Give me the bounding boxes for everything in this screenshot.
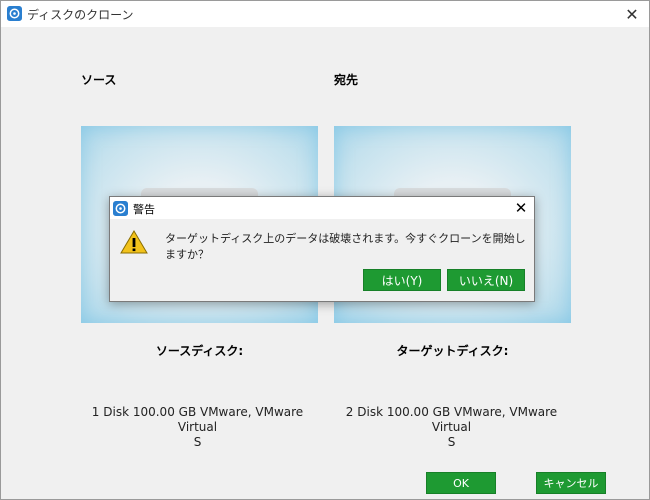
source-label: ソース [81,73,117,87]
close-icon[interactable]: ✕ [615,1,649,27]
warning-icon [120,230,148,254]
destination-label: 宛先 [334,73,359,87]
warning-dialog: 警告 ✕ ターゲットディスク上のデータは破壊されます。今すぐクローンを開始します… [109,196,535,302]
cancel-button[interactable]: キャンセル [536,472,606,494]
target-disk-info-line2: S [447,435,456,449]
dialog-title: 警告 [133,203,155,216]
source-disk-info-line2: S [193,435,202,449]
source-disk-caption: ソースディスク: [155,344,244,358]
dialog-close-icon[interactable]: ✕ [508,197,534,219]
ok-button[interactable]: OK [426,472,496,494]
dialog-message: ターゲットディスク上のデータは破壊されます。今すぐクローンを開始しますか？ [165,232,526,261]
source-disk-info-line1: 1 Disk 100.00 GB VMware, VMware Virtual [91,405,304,434]
app-logo-icon [7,6,22,21]
target-disk-info-line1: 2 Disk 100.00 GB VMware, VMware Virtual [345,405,558,434]
disk-clone-window: ディスクのクローン ✕ ソース 宛先 ソースディスク: ターゲットディスク: 1… [0,0,650,500]
source-disk-info: 1 Disk 100.00 GB VMware, VMware Virtual … [79,405,316,450]
dialog-title-bar: 警告 ✕ [110,197,534,219]
target-disk-info: 2 Disk 100.00 GB VMware, VMware Virtual … [333,405,570,450]
dialog-app-logo-icon [113,201,128,216]
title-bar: ディスクのクローン ✕ [1,1,649,27]
yes-button[interactable]: はい(Y) [363,269,441,291]
no-button[interactable]: いいえ(N) [447,269,525,291]
target-disk-caption: ターゲットディスク: [396,344,509,358]
window-title: ディスクのクローン [27,8,134,22]
